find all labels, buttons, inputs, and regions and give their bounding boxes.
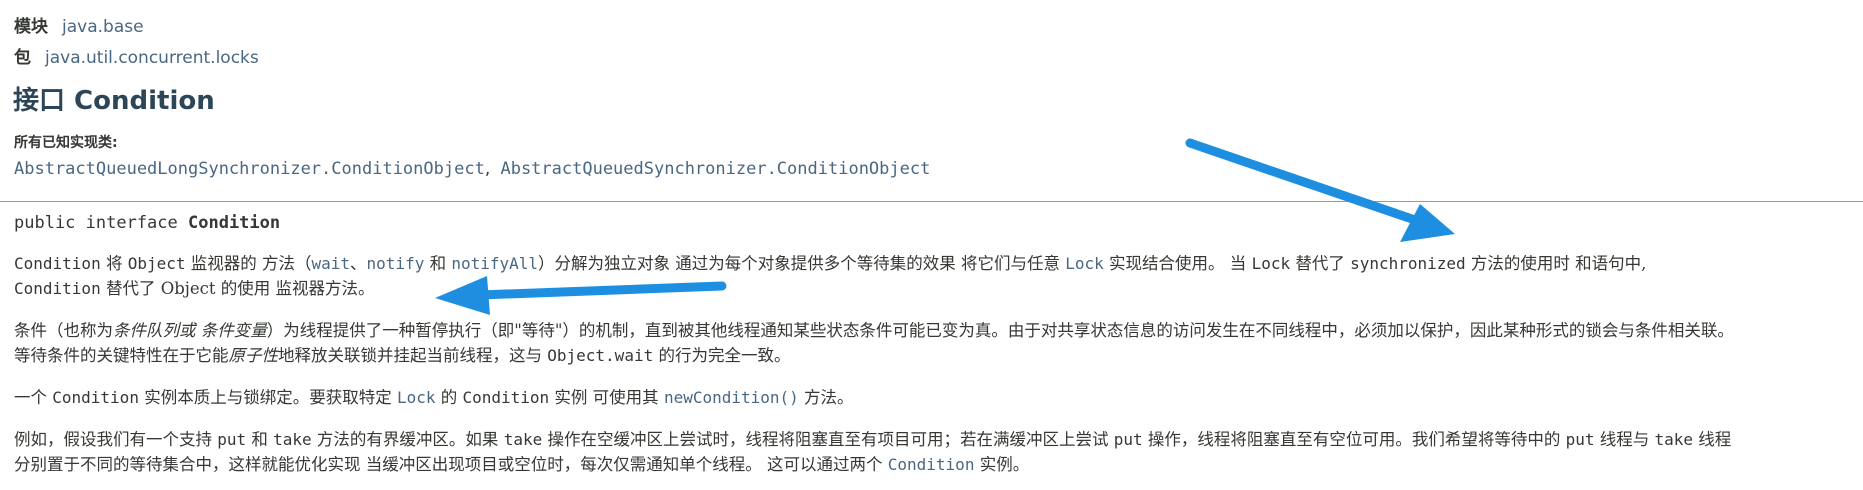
text: 将 (100, 254, 128, 273)
text: 操作，线程将阻塞直至有空位可用。我们希望将等待中的 (1142, 430, 1566, 449)
code-lock: Lock (1251, 254, 1291, 273)
notifyall-link[interactable]: notifyAll (451, 254, 538, 273)
notify-link[interactable]: notify (367, 254, 425, 273)
text: 线程 (1693, 430, 1732, 449)
text: 一个 (14, 388, 53, 407)
code-put: put (217, 430, 247, 449)
lock-link[interactable]: Lock (1065, 254, 1104, 273)
implementing-classes-label: 所有已知实现类: (14, 135, 118, 151)
text: 实例。 (974, 455, 1030, 474)
text: 和 (424, 254, 452, 273)
code-put: put (1113, 430, 1143, 449)
text: 和 (246, 430, 274, 449)
text: 的 (435, 388, 463, 407)
code-take: take (1654, 430, 1694, 449)
lock-link[interactable]: Lock (397, 388, 436, 407)
text: 实例 可使用其 (549, 388, 664, 407)
package-label: 包 (14, 48, 31, 68)
text: ）分解为独立对象 通过为每个对象提供多个等待集的效果 将它们与任意 (538, 254, 1066, 273)
emphasis: 条件队列或 条件变量 (113, 321, 267, 340)
description-paragraph-4: 例如，假设我们有一个支持 put 和 take 方法的有界缓冲区。如果 take… (14, 427, 1853, 477)
module-link[interactable]: java.base (62, 17, 144, 37)
description-paragraph-3: 一个 Condition 实例本质上与锁绑定。要获取特定 Lock 的 Cond… (14, 385, 1853, 410)
text: 等待条件的关键特性在于它能 (14, 346, 229, 365)
code-object-wait: Object.wait (547, 346, 654, 365)
code-condition: Condition (14, 279, 101, 298)
text: 、 (350, 254, 367, 273)
page-title: 接口 Condition (13, 86, 215, 116)
text: 替代了 Object 的使用 监视器方法。 (100, 279, 375, 298)
package-link[interactable]: java.util.concurrent.locks (45, 48, 259, 68)
new-condition-link[interactable]: newCondition() (664, 388, 799, 407)
code-object: Object (127, 254, 186, 273)
module-row: 模块 java.base (14, 12, 144, 37)
section-divider (0, 201, 1863, 202)
code-synchronized: synchronized (1350, 254, 1466, 273)
annotation-arrow-right (1185, 138, 1455, 242)
type-signature: public interface Condition (14, 213, 280, 233)
package-row: 包 java.util.concurrent.locks (14, 43, 259, 68)
signature-prefix: public interface (14, 213, 188, 233)
text: 例如，假设我们有一个支持 (14, 430, 218, 449)
annotation-overlay (435, 138, 1455, 315)
text: 方法。 (798, 388, 854, 407)
text: 地释放关联锁并挂起当前线程，这与 (278, 346, 548, 365)
impl-class-link-2[interactable]: AbstractQueuedSynchronizer.ConditionObje… (500, 159, 930, 179)
module-label: 模块 (14, 17, 48, 37)
text: 方法的有界缓冲区。如果 (311, 430, 504, 449)
description-paragraph-2: 条件（也称为条件队列或 条件变量）为线程提供了一种暂停执行（即"等待"）的机制，… (14, 318, 1853, 368)
impl-class-link-1[interactable]: AbstractQueuedLongSynchronizer.Condition… (14, 159, 485, 179)
emphasis: 原子性 (228, 346, 279, 365)
code-put: put (1565, 430, 1595, 449)
text: 方法的使用时 和语句中, (1465, 254, 1647, 273)
text: 线程与 (1594, 430, 1655, 449)
description-paragraph-1: Condition 将 Object 监视器的 方法（wait、notify 和… (14, 251, 1853, 301)
text: 监视器的 方法（ (185, 254, 312, 273)
impl-separator: , (484, 159, 491, 179)
text: 实现结合使用。 当 (1103, 254, 1252, 273)
text: 替代了 (1290, 254, 1351, 273)
implementing-classes-list: AbstractQueuedLongSynchronizer.Condition… (14, 159, 930, 179)
code-condition: Condition (462, 388, 550, 407)
signature-name: Condition (188, 213, 281, 233)
text: 条件（也称为 (14, 321, 113, 340)
condition-link[interactable]: Condition (888, 455, 975, 474)
wait-link[interactable]: wait (312, 254, 351, 273)
text: 操作在空缓冲区上尝试时，线程将阻塞直至有项目可用；若在满缓冲区上尝试 (542, 430, 1114, 449)
code-take: take (273, 430, 312, 449)
code-take: take (503, 430, 543, 449)
code-condition: Condition (14, 254, 101, 273)
text: 实例本质上与锁绑定。要获取特定 (138, 388, 397, 407)
text: ）为线程提供了一种暂停执行（即"等待"）的机制，直到被其他线程通知某些状态条件可… (266, 321, 1734, 340)
text: 分别置于不同的等待集合中，这样就能优化实现 当缓冲区出现项目或空位时，每次仅需通… (14, 455, 888, 474)
text: 的行为完全一致。 (653, 346, 791, 365)
code-condition: Condition (52, 388, 139, 407)
